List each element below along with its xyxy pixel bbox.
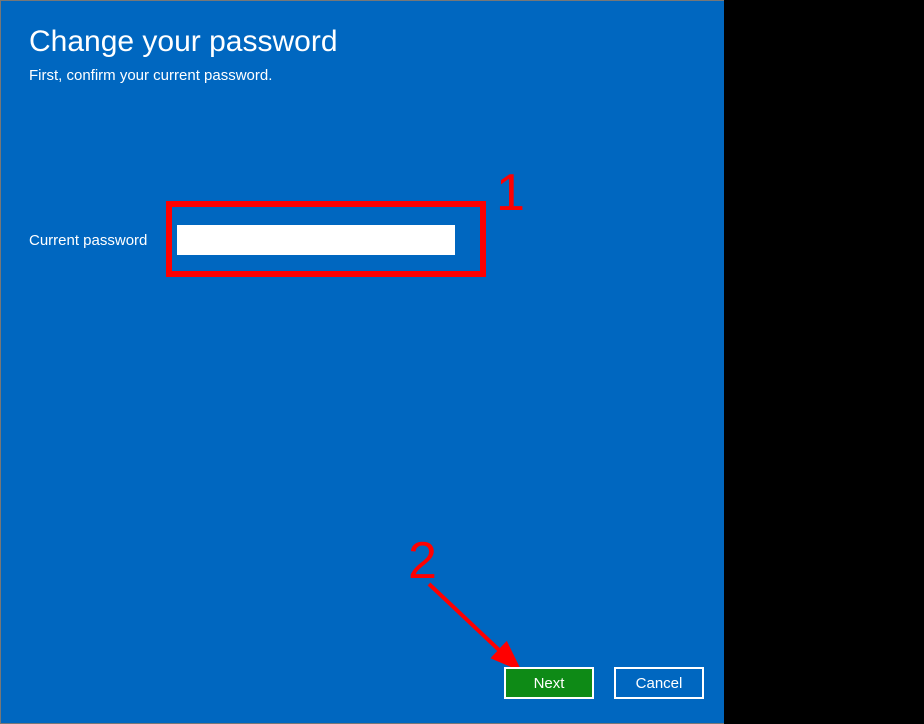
annotation-number-1: 1 (496, 163, 525, 223)
current-password-input[interactable] (177, 225, 455, 255)
change-password-dialog: Change your password First, confirm your… (0, 0, 724, 724)
current-password-row: Current password (29, 225, 455, 255)
dialog-content: Change your password First, confirm your… (1, 1, 724, 723)
dialog-title: Change your password (29, 25, 696, 59)
dialog-buttons: Next Cancel (504, 667, 704, 699)
annotation-number-2: 2 (408, 531, 437, 591)
cancel-button[interactable]: Cancel (614, 667, 704, 699)
dialog-subtitle: First, confirm your current password. (29, 67, 696, 84)
current-password-label: Current password (29, 232, 147, 249)
next-button[interactable]: Next (504, 667, 594, 699)
